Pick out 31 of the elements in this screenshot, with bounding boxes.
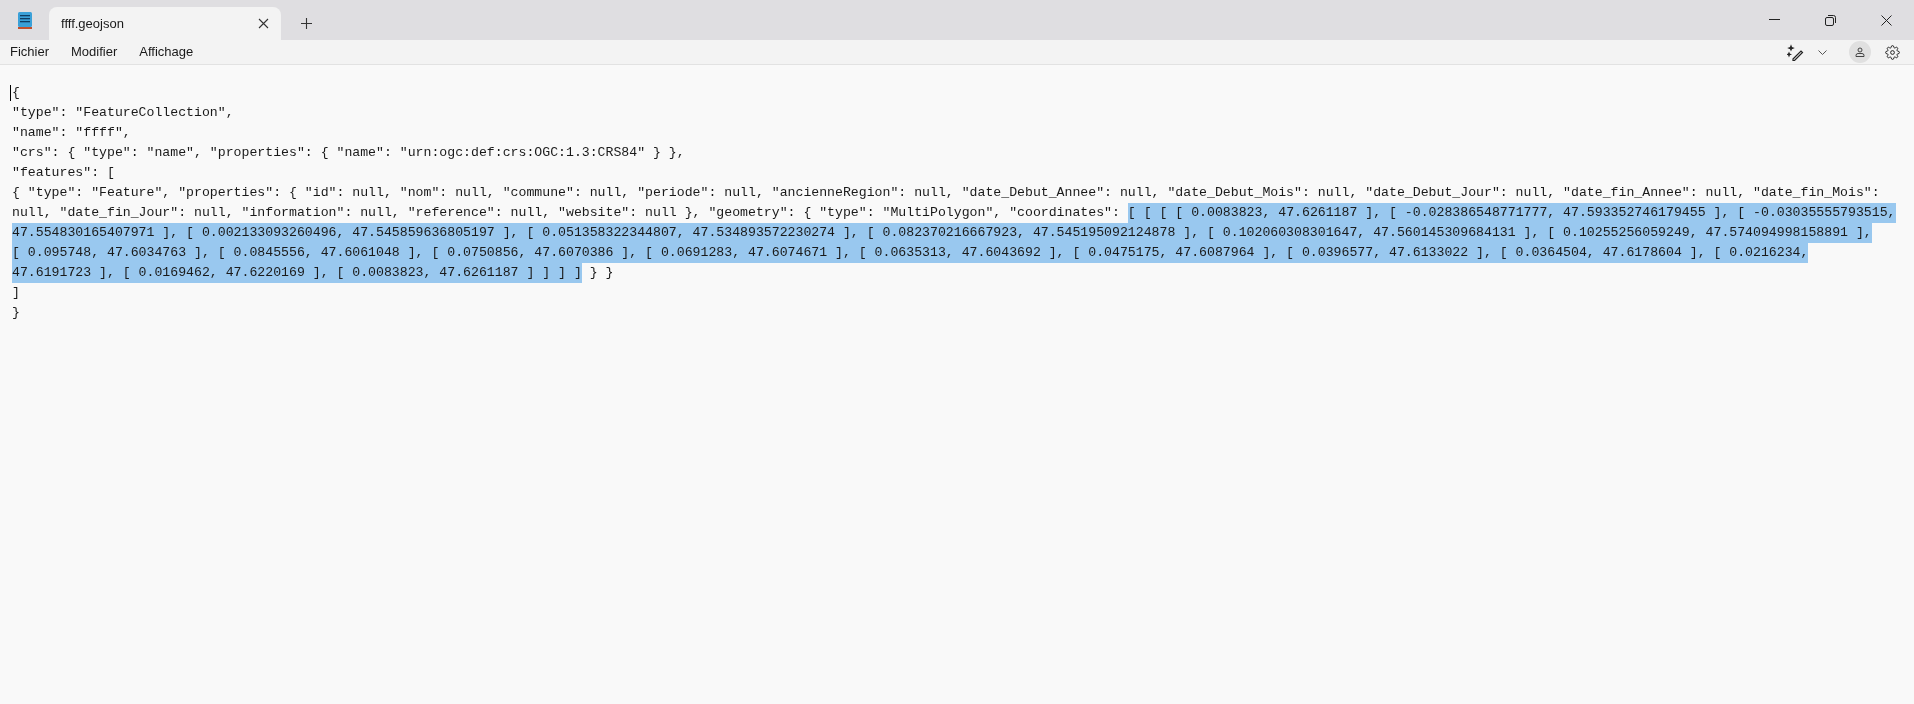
close-icon[interactable] xyxy=(1880,14,1892,26)
code-text: } } xyxy=(588,264,614,282)
plus-icon[interactable] xyxy=(301,18,312,29)
selected-code-text: 47.554830165407971 ], [ 0.002133093260496, 47.545859636805197 ], [ 0.051358322344807, 47.534893572230274 ], [ 0.082370216667923, 47.545195092124878 ], [ 0.102060308301647, 47.560145309684131 ], [ 0.10255256059249, 47.574094998158891 ], xyxy=(12,223,1872,243)
code-text: "crs": { "type": "name", "properties": { "name": "urn:ogc:def:crs:OGC:1.3:CRS84" } }, xyxy=(12,144,685,162)
selected-code-text: [ 0.095748, 47.6034763 ], [ 0.0845556, 47.6061048 ], [ 0.0750856, 47.6070386 ], [ 0.0691283, 47.6074671 ], [ 0.0635313, 47.6043692 ], [ 0.0475175, 47.6087964 ], [ 0.0396577, 47.6133022 ], [ 0.0364504, 47.6178604 ], [ 0.0216234, xyxy=(12,243,1809,263)
restore-icon[interactable] xyxy=(1824,14,1836,26)
menu-item[interactable]: Affichage xyxy=(131,42,202,62)
code-text: "name": "ffff", xyxy=(12,124,131,142)
notepad-icon xyxy=(16,11,33,29)
chevron-down-icon[interactable] xyxy=(1818,49,1827,55)
code-text: ] xyxy=(12,284,20,302)
code-text: null, "date_fin_Jour": null, "information": null, "reference": null, "website": null }, "geometry": { "type": "MultiPolygon", "coordinates": xyxy=(12,204,1121,222)
code-text: "type": "FeatureCollection", xyxy=(12,104,234,122)
person-icon xyxy=(1855,47,1865,57)
tab-title: ffff.geojson xyxy=(61,14,124,33)
minimize-icon[interactable] xyxy=(1768,19,1780,21)
code-text: "features": [ xyxy=(12,164,115,182)
code-text: } xyxy=(12,304,20,322)
account-avatar[interactable] xyxy=(1849,41,1871,63)
selected-code-text: [ [ [ [ 0.0083823, 47.6261187 ], [ -0.028386548771777, 47.593352746179455 ], [ -0.03035555793515, xyxy=(1127,203,1896,223)
close-icon[interactable] xyxy=(258,18,269,29)
menu-item[interactable]: Fichier xyxy=(2,42,57,62)
pen-sparkle-icon[interactable] xyxy=(1787,43,1804,61)
code-text: { "type": "Feature", "properties": { "id": null, "nom": null, "commune": null, "periode": null, "ancienneRegion": null, "date_Debut_Annee": null, "date_Debut_Mois": null, "date_Debut_Jour": null, "date_fin_Annee": null, "date_fin_Mois": xyxy=(12,184,1880,202)
code-text: { xyxy=(12,84,20,102)
file-tab[interactable]: ffff.geojson xyxy=(49,7,281,40)
settings-icon[interactable] xyxy=(1885,44,1900,60)
menu-item[interactable]: Modifier xyxy=(63,42,126,62)
text-caret xyxy=(10,85,11,101)
selected-code-text: 47.6191723 ], [ 0.0169462, 47.6220169 ], [ 0.0083823, 47.6261187 ] ] ] ] xyxy=(12,263,582,283)
